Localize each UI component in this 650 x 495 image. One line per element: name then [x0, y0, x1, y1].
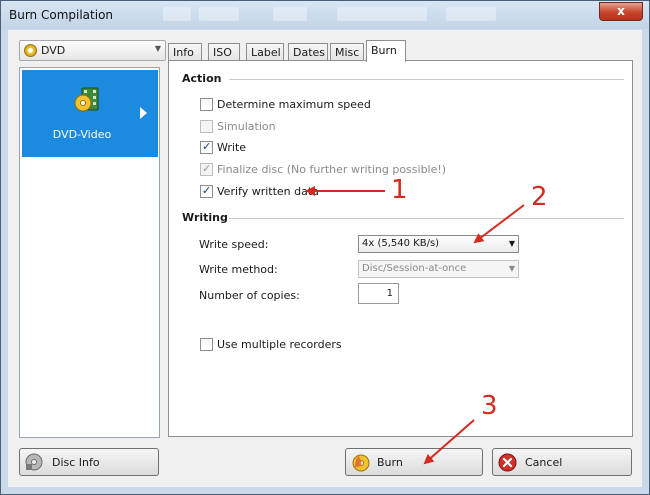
annotation-number-2: 2	[531, 182, 548, 212]
annotation-number-1: 1	[391, 175, 408, 205]
annotation-overlay	[305, 186, 525, 465]
annotation-arrow-2	[473, 204, 525, 244]
burn-compilation-window: Burn Compilation x DVD ▼ DVD-Video Disc …	[0, 0, 650, 495]
annotation-arrow-3	[423, 419, 475, 465]
tab-burn[interactable]: Burn	[366, 40, 406, 62]
annotation-number-3: 3	[481, 391, 498, 421]
